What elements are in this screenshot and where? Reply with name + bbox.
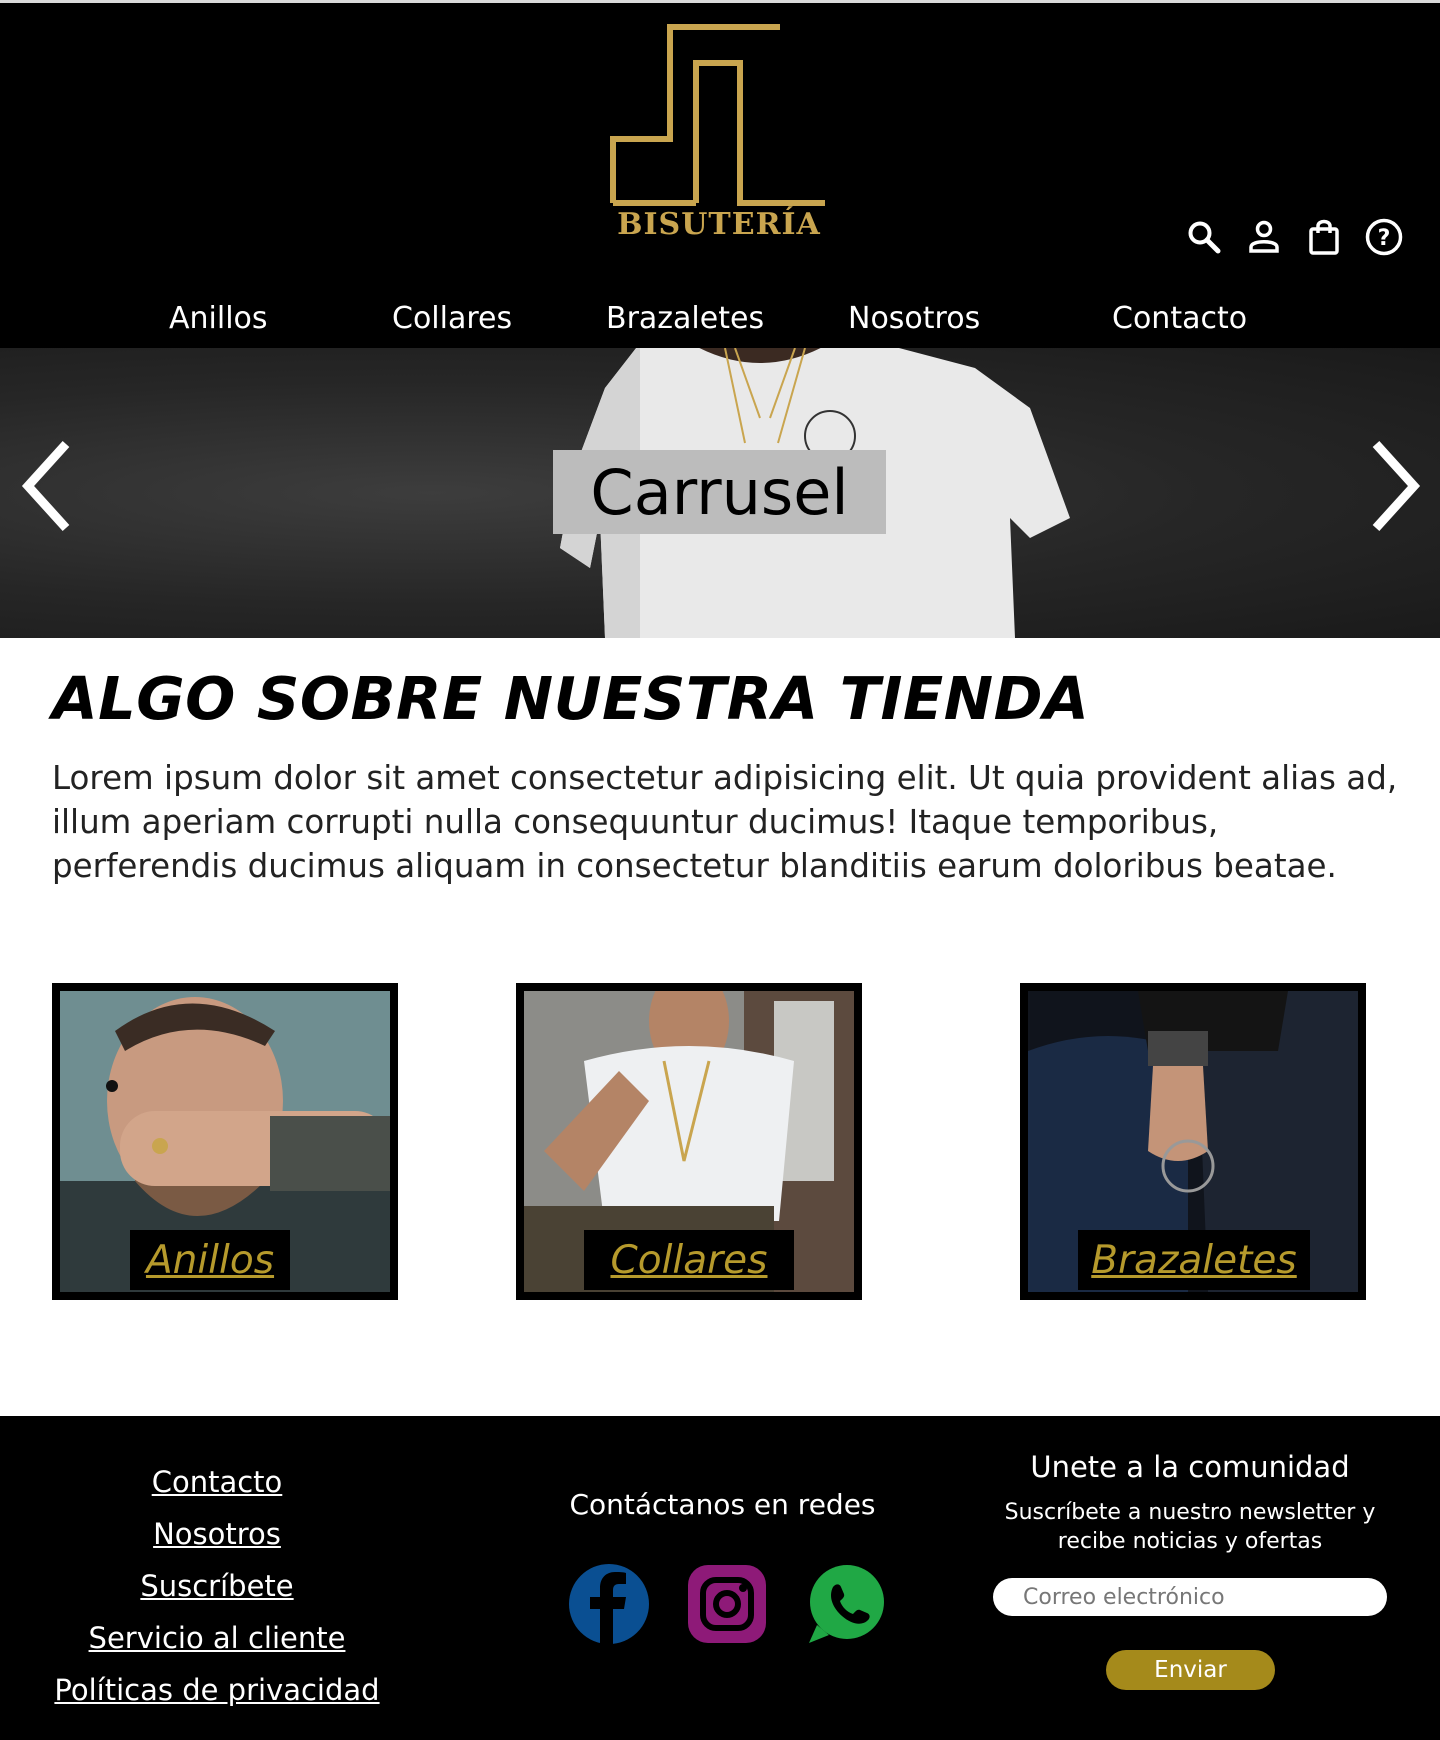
nav-item-contacto[interactable]: Contacto — [1112, 301, 1247, 336]
chevron-right-icon — [1372, 440, 1421, 532]
footer-link-contacto[interactable]: Contacto — [0, 1456, 434, 1508]
social-title: Contáctanos en redes — [569, 1488, 876, 1521]
chevron-left-icon — [21, 440, 70, 532]
category-label-box: Anillos — [130, 1230, 290, 1290]
footer-link-privacidad[interactable]: Políticas de privacidad — [0, 1664, 434, 1716]
category-link-anillos[interactable]: Anillos — [146, 1238, 274, 1283]
footer-link-nosotros[interactable]: Nosotros — [0, 1508, 434, 1560]
help-icon[interactable]: ? — [1364, 217, 1404, 257]
search-icon[interactable] — [1184, 217, 1224, 257]
footer-link-servicio[interactable]: Servicio al cliente — [0, 1612, 434, 1664]
site-footer: Contacto Nosotros Suscríbete Servicio al… — [0, 1416, 1440, 1740]
facebook-icon[interactable] — [568, 1563, 650, 1645]
category-photo: Anillos — [60, 991, 390, 1292]
newsletter-subtitle: Suscríbete a nuestro newsletter y recibe… — [1004, 1500, 1376, 1554]
nav-item-anillos[interactable]: Anillos — [169, 301, 268, 336]
category-label-box: Brazaletes — [1078, 1230, 1310, 1290]
carousel-prev-button[interactable] — [20, 436, 80, 536]
category-photo: Brazaletes — [1028, 991, 1358, 1292]
carousel-label: Carrusel — [553, 450, 886, 534]
user-icon[interactable] — [1244, 217, 1284, 257]
category-photo: Collares — [524, 991, 854, 1292]
nav-item-collares[interactable]: Collares — [392, 301, 512, 336]
category-link-brazaletes[interactable]: Brazaletes — [1091, 1238, 1297, 1283]
logo-mark-icon — [610, 24, 825, 206]
newsletter-send-button[interactable]: Enviar — [1106, 1650, 1275, 1690]
category-card-anillos[interactable]: Anillos — [52, 983, 398, 1300]
carousel-next-button[interactable] — [1364, 436, 1424, 536]
page: BISUTERÍA ? Anillos Collares Brazaletes … — [0, 0, 1440, 1740]
category-card-collares[interactable]: Collares — [516, 983, 862, 1300]
site-header: BISUTERÍA ? Anillos Collares Brazaletes … — [0, 0, 1440, 348]
logo-text: BISUTERÍA — [617, 207, 821, 242]
footer-link-suscribete[interactable]: Suscríbete — [0, 1560, 434, 1612]
category-card-brazaletes[interactable]: Brazaletes — [1020, 983, 1366, 1300]
svg-text:?: ? — [1378, 226, 1391, 251]
hero-carousel: Carrusel — [0, 348, 1440, 638]
category-link-collares[interactable]: Collares — [610, 1238, 767, 1283]
category-label-box: Collares — [584, 1230, 794, 1290]
brand-logo[interactable]: BISUTERÍA — [610, 23, 828, 253]
footer-links: Contacto Nosotros Suscríbete Servicio al… — [0, 1456, 434, 1716]
about-title: ALGO SOBRE NUESTRA TIENDA — [52, 664, 1090, 733]
nav-item-nosotros[interactable]: Nosotros — [848, 301, 980, 336]
nav-item-brazaletes[interactable]: Brazaletes — [606, 301, 764, 336]
newsletter-email-input[interactable] — [993, 1578, 1387, 1616]
main-nav: Anillos Collares Brazaletes Nosotros Con… — [0, 301, 1440, 351]
shopping-bag-icon[interactable] — [1304, 217, 1344, 257]
whatsapp-icon[interactable] — [805, 1563, 887, 1645]
about-text: Lorem ipsum dolor sit amet consectetur a… — [52, 759, 1398, 885]
header-icons: ? — [1184, 217, 1404, 257]
newsletter-title: Unete a la comunidad — [1030, 1450, 1350, 1484]
instagram-icon[interactable] — [686, 1563, 768, 1645]
